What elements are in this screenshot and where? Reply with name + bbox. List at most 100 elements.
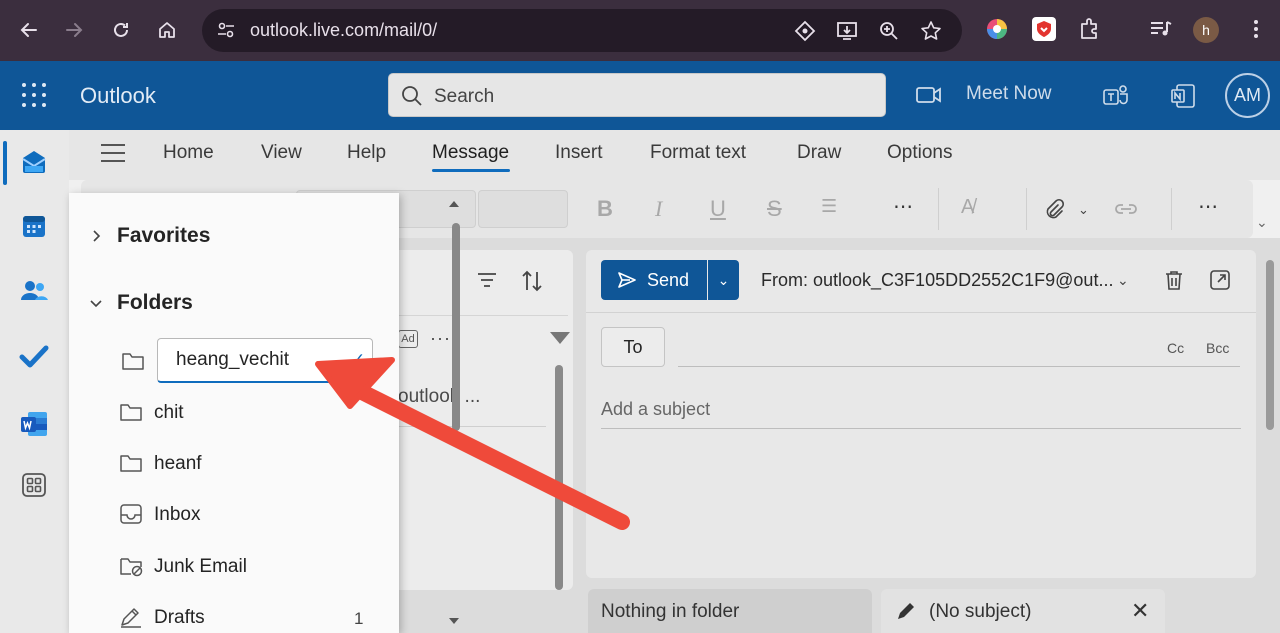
attach-chevron-icon[interactable]: ⌄ bbox=[1078, 202, 1089, 218]
chevron-right-icon[interactable] bbox=[89, 229, 103, 243]
tab-help[interactable]: Help bbox=[347, 142, 386, 164]
browser-toolbar: outlook.live.com/mail/0/ h bbox=[0, 0, 1280, 61]
video-camera-icon[interactable] bbox=[916, 84, 942, 106]
back-icon[interactable] bbox=[13, 14, 45, 46]
strikethrough-icon[interactable]: S bbox=[767, 196, 782, 222]
bcc-button[interactable]: Bcc bbox=[1206, 340, 1229, 356]
to-button[interactable]: To bbox=[601, 327, 665, 367]
favorites-label: Favorites bbox=[117, 224, 211, 247]
calendar-icon[interactable] bbox=[19, 211, 49, 241]
app-title[interactable]: Outlook bbox=[80, 83, 156, 109]
folder-icon bbox=[119, 401, 143, 423]
lens-icon[interactable] bbox=[794, 20, 816, 42]
toolbar-separator bbox=[1026, 188, 1027, 230]
from-chevron-icon[interactable]: ⌄ bbox=[1117, 272, 1129, 289]
cc-button[interactable]: Cc bbox=[1167, 340, 1184, 356]
tab-home[interactable]: Home bbox=[163, 142, 214, 164]
folders-section[interactable]: Folders bbox=[69, 290, 379, 320]
more-options-icon[interactable]: ⋯ bbox=[1198, 194, 1218, 219]
to-field[interactable] bbox=[678, 366, 1240, 367]
line-spacing-icon[interactable]: ☰ bbox=[821, 196, 837, 217]
folder-item-junk[interactable]: Junk Email bbox=[119, 549, 379, 585]
underline-icon[interactable]: U bbox=[710, 196, 726, 222]
pop-out-icon[interactable] bbox=[1208, 268, 1232, 292]
more-format-icon[interactable]: ⋯ bbox=[893, 194, 913, 219]
brave-shield-icon[interactable] bbox=[1031, 16, 1057, 42]
close-draft-icon[interactable]: ✕ bbox=[1131, 598, 1149, 624]
install-app-icon[interactable] bbox=[836, 20, 858, 42]
list-scrollbar[interactable] bbox=[555, 365, 563, 590]
subject-underline bbox=[601, 428, 1241, 429]
zoom-icon[interactable] bbox=[878, 20, 900, 42]
styles-icon[interactable]: A̸ bbox=[961, 196, 974, 219]
account-avatar[interactable]: AM bbox=[1225, 73, 1270, 118]
browser-menu-icon[interactable] bbox=[1243, 16, 1269, 42]
unread-count: 1 bbox=[354, 609, 364, 628]
font-size-select[interactable] bbox=[478, 190, 568, 228]
tab-message[interactable]: Message bbox=[432, 142, 509, 164]
favorites-section[interactable]: Favorites bbox=[69, 223, 379, 253]
tab-insert[interactable]: Insert bbox=[555, 142, 603, 164]
tab-format-text[interactable]: Format text bbox=[650, 142, 746, 164]
todo-icon[interactable] bbox=[19, 341, 49, 371]
scroll-up-arrow-icon[interactable] bbox=[449, 201, 459, 207]
folder-rename-input[interactable] bbox=[157, 338, 373, 383]
menu-hamburger-icon[interactable] bbox=[101, 144, 125, 164]
meet-now-button[interactable]: Meet Now bbox=[966, 83, 1052, 105]
chevron-down-icon[interactable] bbox=[89, 296, 103, 310]
drafts-pencil-icon bbox=[119, 606, 143, 628]
pencil-icon bbox=[895, 600, 917, 622]
folder-item-inbox[interactable]: Inbox bbox=[119, 497, 379, 533]
discard-trash-icon[interactable] bbox=[1162, 268, 1186, 292]
app-rail bbox=[0, 130, 69, 633]
filter-icon[interactable] bbox=[475, 268, 501, 294]
tab-options[interactable]: Options bbox=[887, 142, 952, 164]
draft-tab[interactable]: (No subject) ✕ bbox=[881, 589, 1165, 633]
italic-icon[interactable]: I bbox=[655, 196, 662, 222]
forward-icon[interactable] bbox=[58, 14, 90, 46]
rail-active-indicator bbox=[3, 141, 7, 185]
empty-folder-tab[interactable]: Nothing in folder bbox=[588, 589, 872, 633]
folder-item-chit[interactable]: chit bbox=[119, 395, 379, 431]
bookmark-star-icon[interactable] bbox=[920, 20, 942, 42]
send-options-chevron-icon[interactable]: ⌄ bbox=[708, 260, 739, 300]
teams-icon[interactable] bbox=[1102, 82, 1130, 110]
attach-icon[interactable] bbox=[1043, 198, 1065, 226]
address-bar[interactable]: outlook.live.com/mail/0/ bbox=[202, 9, 962, 52]
send-button[interactable]: Send bbox=[601, 260, 707, 300]
folder-item-drafts[interactable]: Drafts 1 bbox=[119, 600, 379, 633]
profile-avatar[interactable]: h bbox=[1193, 17, 1219, 43]
mail-icon[interactable] bbox=[19, 147, 49, 177]
search-box[interactable]: Search bbox=[388, 73, 886, 117]
message-snippet[interactable]: outlook ... bbox=[398, 386, 480, 408]
link-icon[interactable] bbox=[1113, 198, 1139, 226]
home-icon[interactable] bbox=[151, 14, 183, 46]
scroll-down-arrow-icon[interactable] bbox=[550, 332, 570, 344]
word-icon[interactable] bbox=[19, 409, 49, 439]
extensions-puzzle-icon[interactable] bbox=[1077, 16, 1103, 42]
folder-label: Inbox bbox=[154, 504, 201, 525]
media-controls-icon[interactable] bbox=[1148, 16, 1174, 42]
site-settings-icon[interactable] bbox=[216, 20, 236, 40]
from-address[interactable]: From: outlook_C3F105DD2552C1F9@out... bbox=[761, 270, 1113, 291]
folder-label: chit bbox=[154, 402, 184, 423]
subject-field[interactable]: Add a subject bbox=[601, 399, 710, 420]
onenote-icon[interactable] bbox=[1169, 82, 1197, 110]
compose-scrollbar[interactable] bbox=[1266, 260, 1274, 430]
bold-icon[interactable]: B bbox=[597, 196, 613, 222]
url-text[interactable]: outlook.live.com/mail/0/ bbox=[250, 20, 437, 41]
people-icon[interactable] bbox=[19, 276, 49, 306]
tab-draw[interactable]: Draw bbox=[797, 142, 841, 164]
tab-view[interactable]: View bbox=[261, 142, 302, 164]
sort-icon[interactable] bbox=[519, 268, 545, 294]
folder-item-heanf[interactable]: heanf bbox=[119, 446, 379, 482]
ribbon-expand-chevron-icon[interactable]: ⌄ bbox=[1256, 214, 1274, 232]
more-apps-icon[interactable] bbox=[19, 470, 49, 500]
confirm-check-icon[interactable]: ✓ bbox=[351, 350, 365, 370]
reload-icon[interactable] bbox=[105, 14, 137, 46]
app-launcher-icon[interactable] bbox=[22, 83, 46, 107]
scroll-down-arrow-icon[interactable] bbox=[449, 618, 459, 624]
ad-more-icon[interactable]: ··· bbox=[430, 328, 451, 349]
color-extension-icon[interactable] bbox=[984, 16, 1010, 42]
folder-pane-scrollbar[interactable] bbox=[452, 223, 460, 431]
